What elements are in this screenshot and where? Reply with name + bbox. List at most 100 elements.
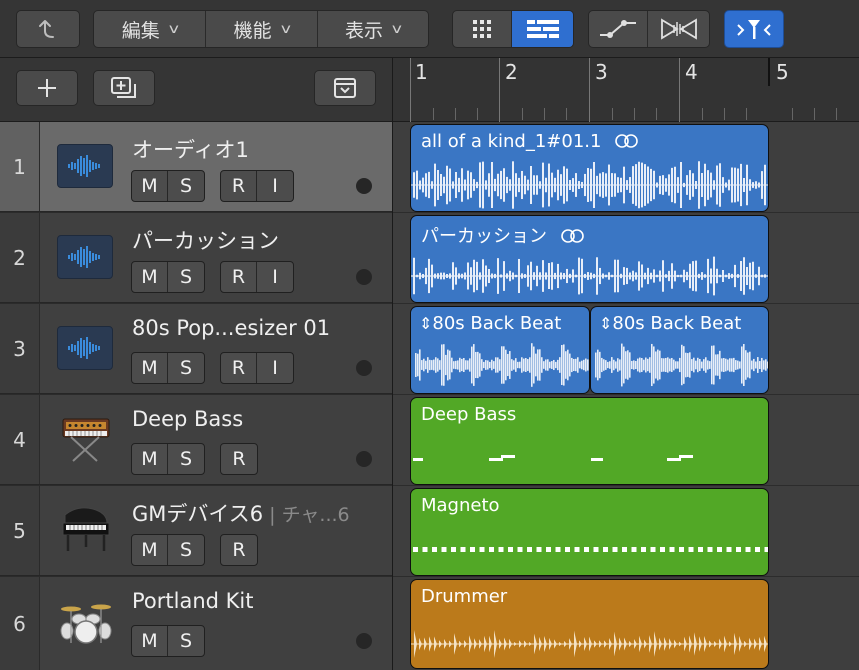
track-name[interactable]: 80s Pop...esizer 01 bbox=[132, 316, 330, 340]
solo-button[interactable]: S bbox=[168, 444, 204, 474]
drum-kit-icon bbox=[57, 599, 113, 644]
track-name-text: Deep Bass bbox=[132, 407, 244, 431]
beat-tick bbox=[544, 108, 545, 120]
region-name: Magneto bbox=[421, 495, 500, 516]
view-mode-group bbox=[452, 10, 574, 48]
function-menu-label: 機能 bbox=[233, 19, 272, 42]
track-header[interactable]: 4 Deep Bass M S R bbox=[0, 395, 392, 485]
track-number: 3 bbox=[0, 304, 40, 393]
mute-solo-group: M S bbox=[131, 170, 205, 202]
mute-button[interactable]: M bbox=[132, 171, 168, 201]
beat-tick bbox=[455, 108, 456, 120]
track-header[interactable]: 6 Portland Kit M S bbox=[0, 577, 392, 670]
synthesizer-icon bbox=[57, 417, 113, 462]
solo-button[interactable]: S bbox=[168, 535, 204, 565]
function-menu[interactable]: 機能 v bbox=[206, 11, 318, 47]
midi-notes-graphic bbox=[413, 455, 693, 461]
track-name[interactable]: Deep Bass bbox=[132, 407, 243, 431]
solo-button[interactable]: S bbox=[168, 626, 204, 656]
record-enable-button[interactable]: R bbox=[221, 535, 257, 565]
region-name-text: 80s Back Beat bbox=[432, 313, 562, 334]
track-header[interactable]: 2 パーカッション M S R I bbox=[0, 213, 392, 303]
input-monitor-button[interactable]: I bbox=[257, 171, 293, 201]
global-tracks-button[interactable] bbox=[314, 70, 376, 106]
record-enable-button[interactable]: R bbox=[221, 171, 257, 201]
flex-time-button[interactable] bbox=[648, 11, 709, 47]
beat-tick bbox=[702, 108, 703, 120]
region-name-text: パーカッション bbox=[421, 226, 547, 247]
catch-playhead-button[interactable] bbox=[724, 10, 784, 48]
track-header[interactable]: 5 GMデバイス6 | チャ...6 M S R bbox=[0, 486, 392, 576]
midi-notes-graphic bbox=[413, 547, 768, 552]
solo-button[interactable]: S bbox=[168, 262, 204, 292]
global-tracks-icon bbox=[334, 78, 356, 98]
input-monitor-button[interactable]: I bbox=[257, 353, 293, 383]
track-name-text: オーディオ1 bbox=[132, 138, 249, 162]
duplicate-track-icon bbox=[111, 77, 136, 98]
edit-menu[interactable]: 編集 v bbox=[94, 11, 207, 47]
track-number: 5 bbox=[0, 486, 40, 575]
record-enable-button[interactable]: R bbox=[221, 444, 257, 474]
region-name: ⇕80s Back Beat bbox=[419, 313, 561, 334]
track-name[interactable]: GMデバイス6 | チャ...6 bbox=[132, 498, 350, 528]
add-track-button[interactable] bbox=[16, 70, 78, 106]
record-group: R bbox=[220, 443, 258, 475]
record-input-group: R I bbox=[220, 352, 294, 384]
mute-solo-group: M S bbox=[131, 261, 205, 293]
back-button[interactable] bbox=[16, 10, 80, 48]
beat-tick bbox=[566, 108, 567, 120]
record-enable-button[interactable]: R bbox=[221, 262, 257, 292]
grid-view-button[interactable] bbox=[453, 11, 513, 47]
mute-button[interactable]: M bbox=[132, 444, 168, 474]
region-name: all of a kind_1#01.1 bbox=[421, 131, 641, 152]
track-name[interactable]: オーディオ1 bbox=[132, 134, 249, 164]
beat-tick bbox=[836, 108, 837, 120]
bar-number: 2 bbox=[505, 60, 518, 84]
midi-region[interactable]: Deep Bass bbox=[410, 397, 769, 485]
chevron-down-icon: v bbox=[391, 21, 402, 37]
audio-waveform-icon bbox=[57, 144, 113, 188]
automation-button[interactable] bbox=[589, 11, 649, 47]
automation-group bbox=[588, 10, 710, 48]
track-name[interactable]: パーカッション bbox=[132, 225, 279, 255]
duplicate-track-button[interactable] bbox=[93, 70, 155, 106]
edit-menu-label: 編集 bbox=[121, 19, 160, 42]
input-monitor-button[interactable]: I bbox=[257, 262, 293, 292]
track-header[interactable]: 3 80s Pop...esizer 01 M S R I bbox=[0, 304, 392, 394]
mute-button[interactable]: M bbox=[132, 626, 168, 656]
tracks-area[interactable]: all of a kind_1#01.1 パーカッション ⇕80s Back B… bbox=[392, 122, 859, 670]
audio-region[interactable]: パーカッション bbox=[410, 215, 769, 303]
region-name-text: all of a kind_1#01.1 bbox=[421, 131, 602, 152]
beat-tick bbox=[792, 108, 793, 120]
region-name: Drummer bbox=[421, 586, 508, 607]
solo-button[interactable]: S bbox=[168, 353, 204, 383]
record-enable-button[interactable]: R bbox=[221, 353, 257, 383]
waveform-graphic bbox=[595, 343, 768, 387]
record-input-group: R I bbox=[220, 170, 294, 202]
midi-region[interactable]: Magneto bbox=[410, 488, 769, 576]
mute-button[interactable]: M bbox=[132, 353, 168, 383]
menu-group: 編集 v 機能 v 表示 v bbox=[93, 10, 429, 48]
audio-region[interactable]: all of a kind_1#01.1 bbox=[410, 124, 769, 212]
audio-region[interactable]: ⇕80s Back Beat bbox=[410, 306, 590, 394]
track-name[interactable]: Portland Kit bbox=[132, 589, 254, 613]
track-activity-indicator bbox=[356, 451, 372, 467]
mute-button[interactable]: M bbox=[132, 535, 168, 565]
timeline-ruler[interactable]: 1 2 3 4 5 bbox=[392, 58, 859, 122]
cycle-end-marker bbox=[768, 58, 770, 86]
mute-button[interactable]: M bbox=[132, 262, 168, 292]
track-header[interactable]: 1 オーディオ1 M S R I bbox=[0, 122, 392, 212]
loop-arrows-icon: ⇕ bbox=[419, 314, 433, 333]
bar-marker bbox=[410, 58, 411, 122]
drummer-region[interactable]: Drummer bbox=[410, 579, 769, 669]
back-arrow-icon bbox=[39, 20, 54, 38]
mute-solo-group: M S bbox=[131, 352, 205, 384]
view-menu[interactable]: 表示 v bbox=[318, 11, 428, 47]
solo-button[interactable]: S bbox=[168, 171, 204, 201]
tracks-view-button[interactable] bbox=[512, 11, 573, 47]
track-number: 1 bbox=[0, 122, 40, 211]
track-activity-indicator bbox=[356, 633, 372, 649]
bar-marker bbox=[499, 58, 500, 122]
grid-icon bbox=[473, 20, 492, 38]
audio-region[interactable]: ⇕80s Back Beat bbox=[590, 306, 769, 394]
